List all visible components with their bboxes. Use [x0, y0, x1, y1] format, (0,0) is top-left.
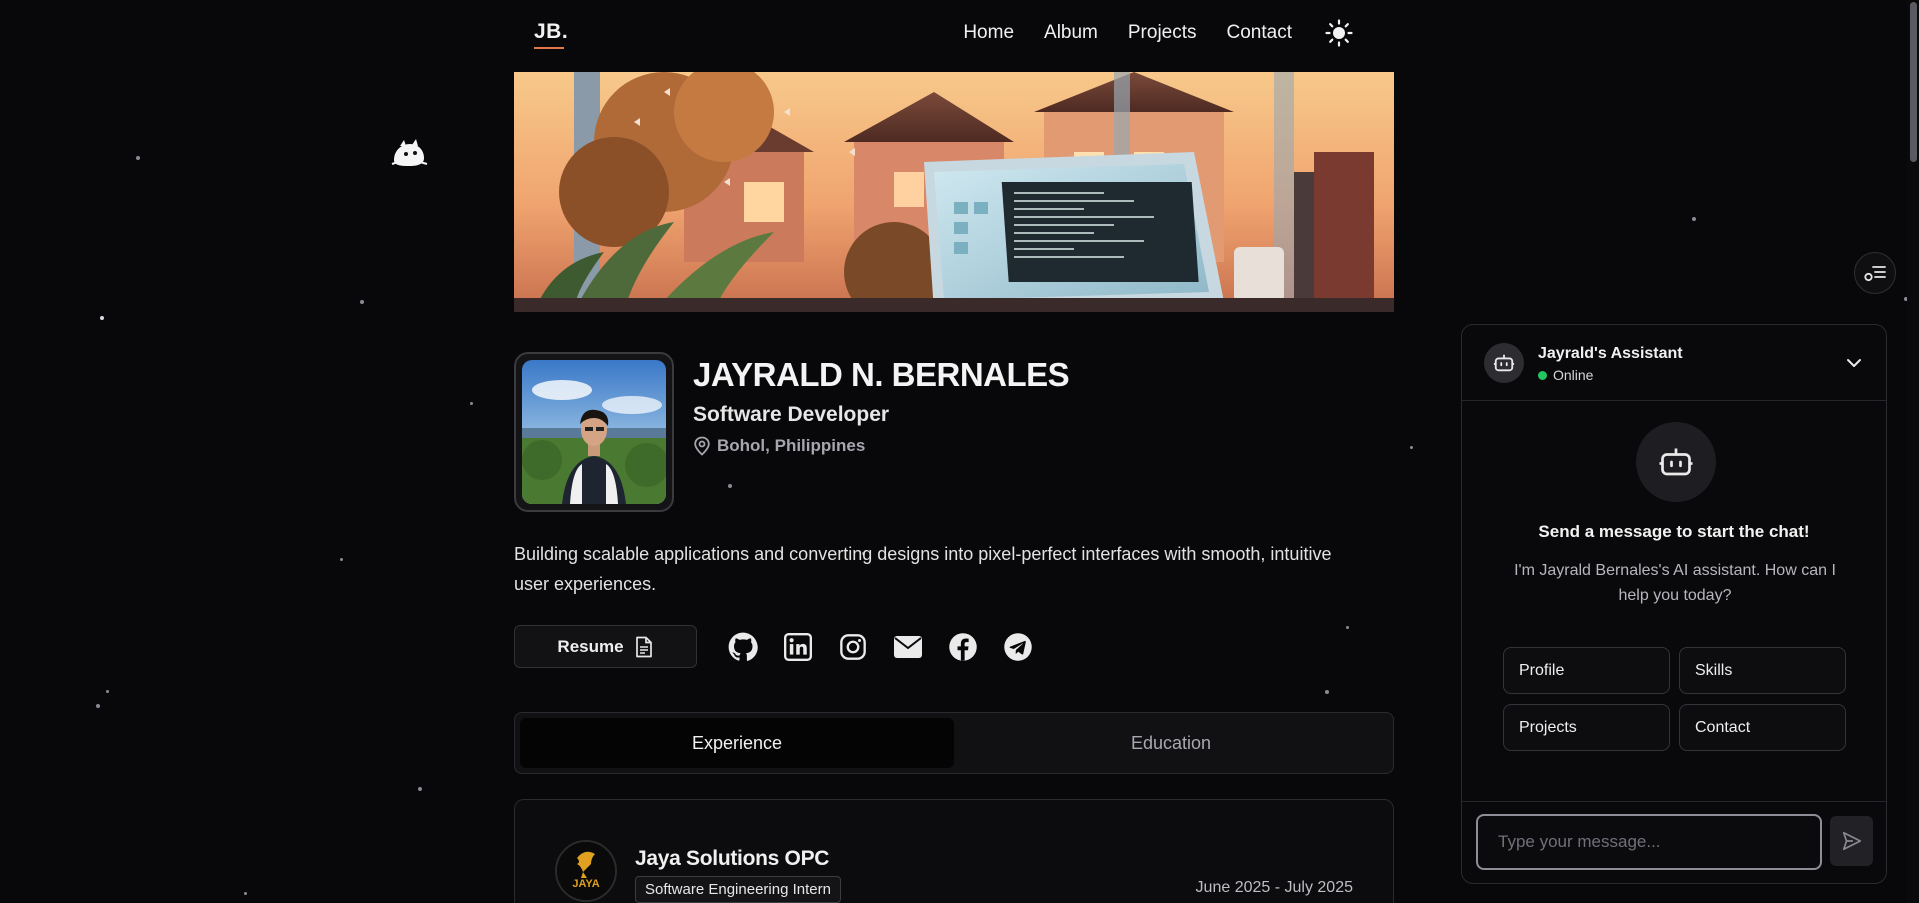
document-icon	[635, 636, 652, 657]
quick-chip-profile[interactable]: Profile	[1503, 647, 1670, 694]
chat-status-text: Online	[1553, 367, 1594, 383]
chat-header: Jayrald's Assistant Online	[1462, 325, 1886, 401]
chevron-down-icon	[1847, 359, 1861, 367]
location-text: Bohol, Philippines	[717, 436, 866, 455]
theme-toggle-button[interactable]	[1324, 18, 1354, 48]
nav-link-projects[interactable]: Projects	[1128, 22, 1197, 44]
chat-send-button[interactable]	[1830, 816, 1873, 866]
bot-icon	[1659, 448, 1693, 476]
facebook-icon	[948, 632, 977, 661]
linkedin-icon	[783, 632, 812, 661]
nav-links: Home Album Projects Contact	[963, 18, 1354, 48]
quick-chip-projects[interactable]: Projects	[1503, 704, 1670, 751]
sidebar-toggle-button[interactable]	[1854, 252, 1896, 294]
profile-name: JAYRALD N. BERNALES	[693, 356, 1070, 393]
tab-experience[interactable]: Experience	[520, 718, 954, 768]
instagram-icon	[839, 633, 866, 660]
chat-empty-subtext: I'm Jayrald Bernales's AI assistant. How…	[1514, 562, 1836, 604]
chat-bot-illustration	[1636, 422, 1716, 502]
telegram-icon	[1003, 632, 1032, 661]
top-navbar: JB. Home Album Projects Contact	[514, 0, 1394, 66]
experience-card: JAYA Jaya Solutions OPC Software Enginee…	[514, 799, 1394, 903]
online-status-dot	[1538, 370, 1547, 380]
facebook-link[interactable]	[946, 630, 979, 663]
logo-underline	[534, 47, 564, 49]
site-logo[interactable]: JB.	[534, 20, 568, 44]
profile-photo-frame	[514, 352, 674, 512]
company-logo: JAYA	[555, 840, 617, 902]
nav-link-album[interactable]: Album	[1044, 22, 1098, 44]
company-name: Jaya Solutions OPC	[635, 847, 830, 870]
page-scrollbar[interactable]	[1907, 0, 1919, 903]
profile-role: Software Developer	[693, 403, 890, 426]
chat-avatar	[1484, 343, 1524, 383]
chat-empty-heading: Send a message to start the chat!	[1538, 522, 1810, 541]
profile-location: Bohol, Philippines	[693, 436, 865, 456]
experience-education-tabs: Experience Education	[514, 712, 1394, 774]
profile-bio: Building scalable applications and conve…	[514, 544, 1332, 594]
nav-link-contact[interactable]: Contact	[1227, 22, 1292, 44]
company-logo-text: JAYA	[572, 878, 599, 890]
chat-widget: Jayrald's Assistant Online Send a messag…	[1461, 324, 1887, 884]
email-link[interactable]	[891, 630, 924, 663]
chat-footer	[1462, 801, 1886, 883]
telegram-link[interactable]	[1001, 630, 1034, 663]
hero-banner-image	[514, 72, 1394, 312]
chat-title: Jayrald's Assistant	[1538, 345, 1683, 362]
toggle-list-icon	[1864, 266, 1886, 282]
page-scrollbar-thumb[interactable]	[1910, 2, 1917, 162]
chat-status: Online	[1538, 367, 1593, 383]
instagram-link[interactable]	[836, 630, 869, 663]
map-pin-icon	[694, 436, 710, 456]
quick-chip-contact[interactable]: Contact	[1679, 704, 1846, 751]
social-links	[726, 630, 1034, 663]
email-icon	[893, 635, 922, 658]
tab-education[interactable]: Education	[954, 718, 1388, 768]
resume-button[interactable]: Resume	[514, 625, 697, 668]
creature-decoration	[391, 139, 428, 166]
chat-collapse-button[interactable]	[1842, 351, 1866, 375]
send-icon	[1842, 831, 1861, 851]
profile-photo	[522, 360, 666, 504]
job-dates: June 2025 - July 2025	[1195, 879, 1353, 896]
job-title-badge: Software Engineering Intern	[635, 876, 841, 903]
sun-icon	[1325, 19, 1353, 47]
bot-icon	[1493, 354, 1515, 372]
quick-chip-skills[interactable]: Skills	[1679, 647, 1846, 694]
github-link[interactable]	[726, 630, 759, 663]
resume-label: Resume	[557, 636, 624, 656]
github-icon	[728, 632, 758, 661]
chat-message-input[interactable]	[1476, 814, 1822, 870]
nav-link-home[interactable]: Home	[963, 22, 1014, 44]
linkedin-link[interactable]	[781, 630, 814, 663]
